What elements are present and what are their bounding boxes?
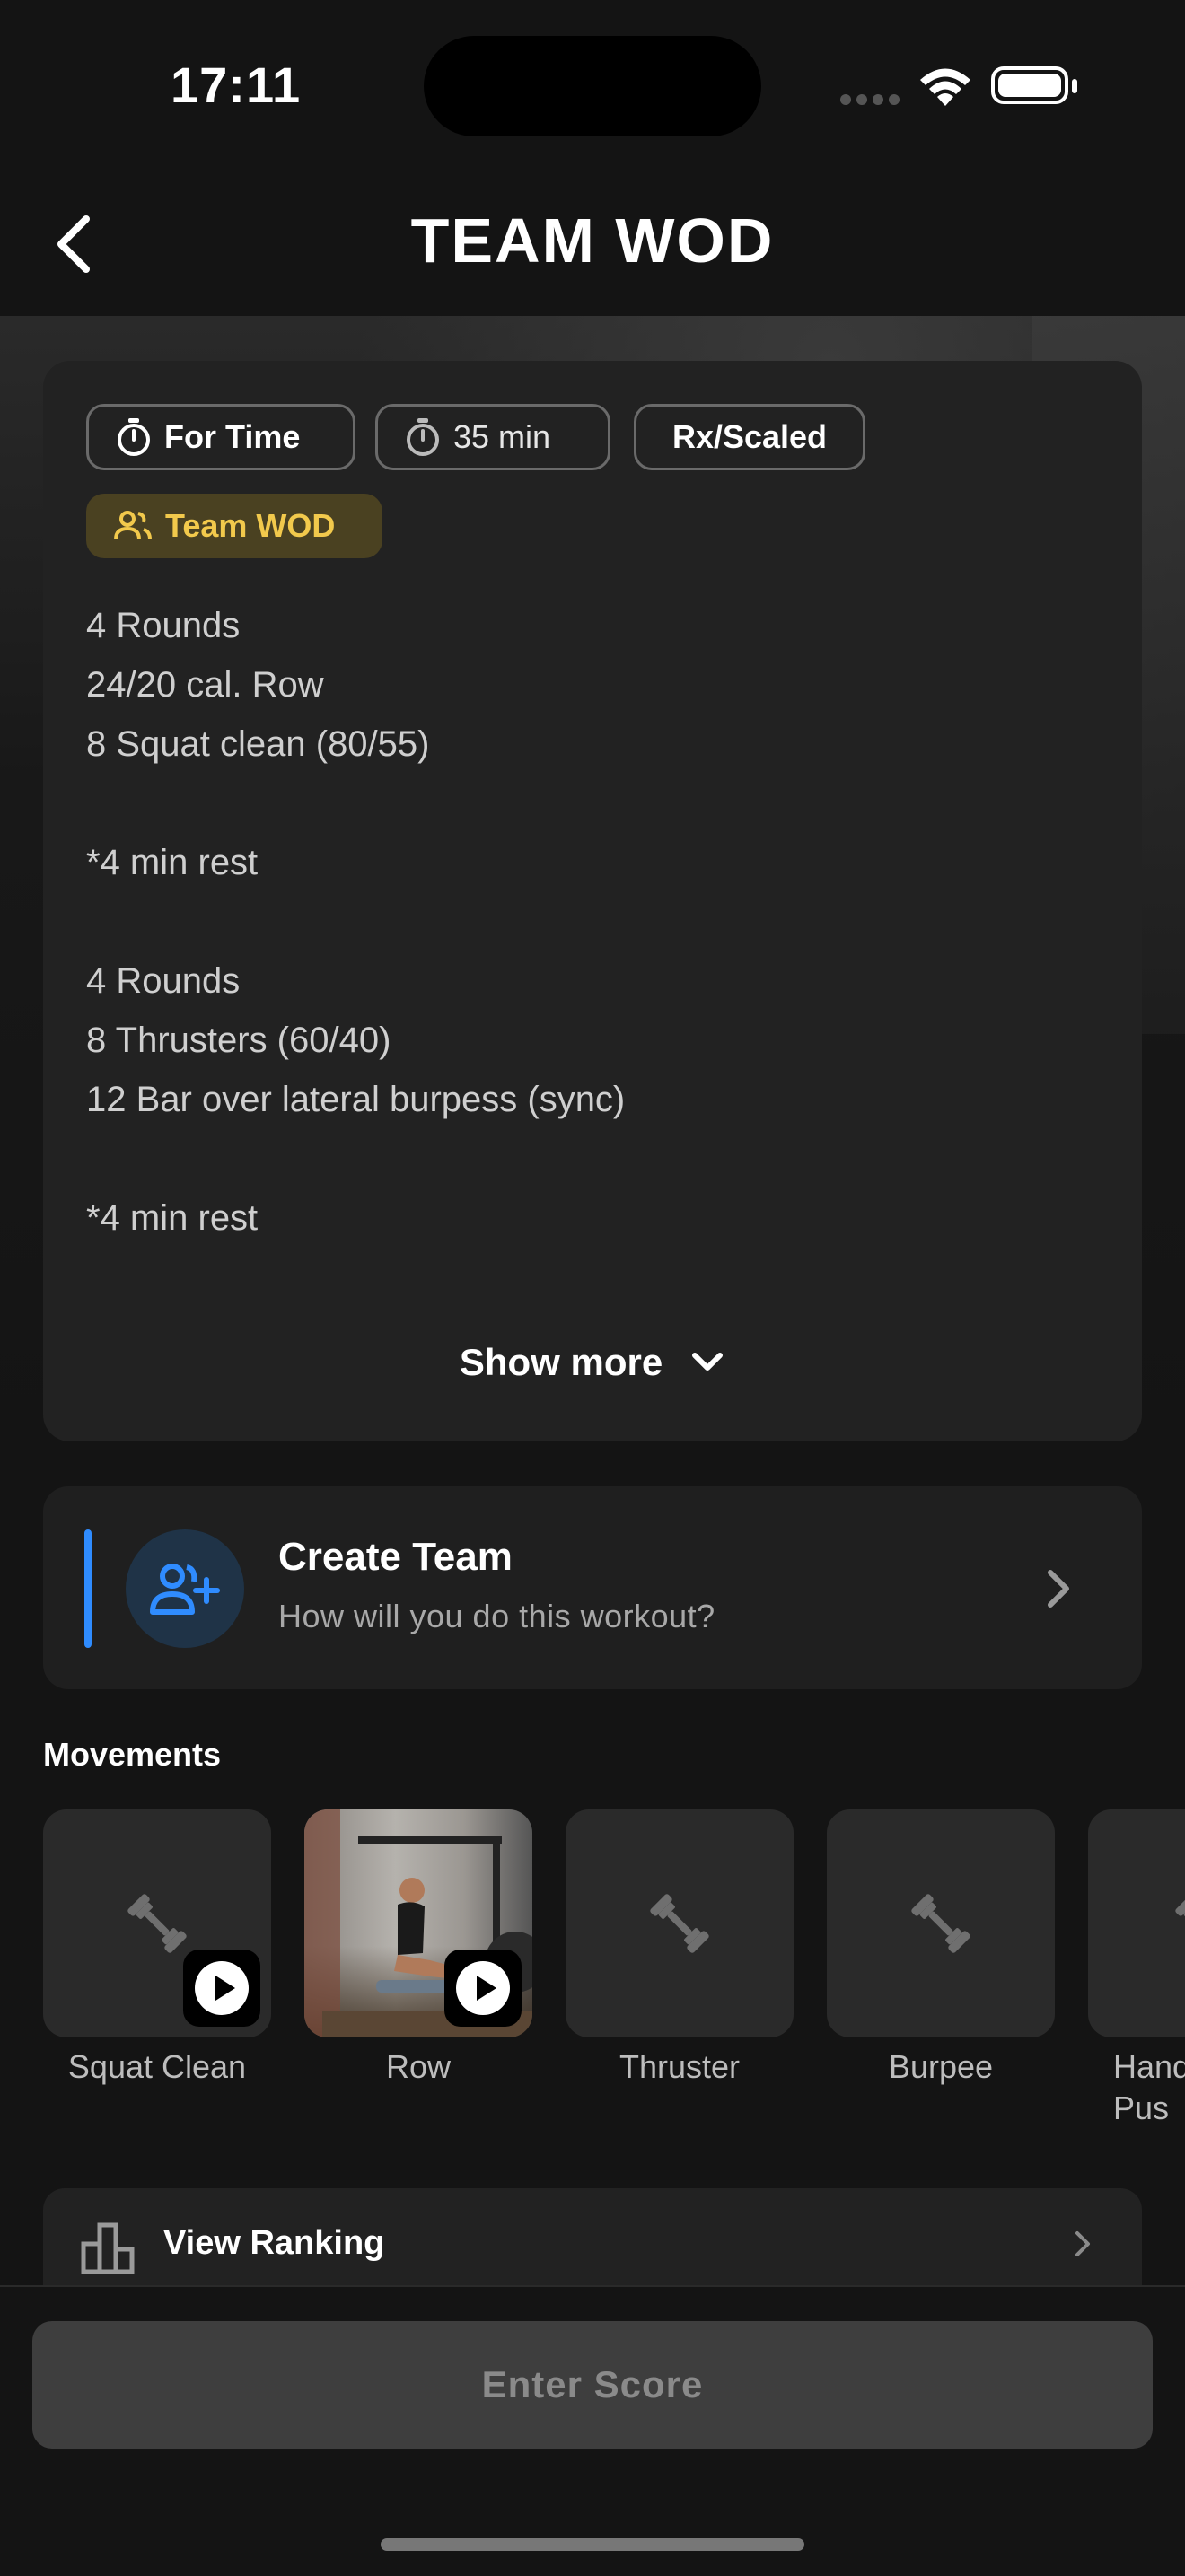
play-icon	[456, 1961, 510, 2015]
movement-tile-hand-push[interactable]	[1088, 1809, 1185, 2037]
chip-for-time-label: For Time	[164, 418, 301, 455]
chip-for-time: For Time	[86, 404, 356, 470]
create-team-title: Create Team	[278, 1535, 513, 1579]
chevron-right-icon	[1072, 2226, 1093, 2266]
movement-tile-squat-clean[interactable]	[43, 1809, 271, 2037]
dumbbell-icon	[1175, 1894, 1185, 1919]
movement-tile-burpee[interactable]	[827, 1809, 1055, 2037]
bar-chart-icon	[81, 2222, 136, 2279]
stopwatch-icon	[118, 418, 150, 456]
chip-duration-label: 35 min	[453, 418, 551, 455]
dynamic-island	[424, 36, 761, 136]
wod-description: 4 Rounds 24/20 cal. Row 8 Squat clean (8…	[86, 606, 626, 1238]
movement-tile-thruster[interactable]	[566, 1809, 794, 2037]
play-video-button[interactable]	[183, 1950, 260, 2027]
accent-bar	[84, 1529, 92, 1648]
create-team-card[interactable]: Create Team How will you do this workout…	[43, 1486, 1142, 1689]
battery-cap	[1072, 79, 1077, 93]
movement-label: Hand Pus	[1113, 2048, 1185, 2126]
movement-label: Burpee	[888, 2048, 994, 2085]
dumbbell-icon	[650, 1894, 709, 1953]
team-icon	[114, 511, 152, 540]
movement-label: Thruster	[619, 2048, 741, 2085]
create-team-subtitle: How will you do this workout?	[278, 1598, 715, 1634]
cellular-signal-icon	[840, 93, 905, 110]
status-time: 17:11	[171, 57, 302, 113]
wod-card: For Time 35 min Rx/Scaled Team WOD 4 Rou…	[43, 361, 1142, 1441]
home-indicator	[381, 2538, 804, 2551]
chip-duration: 35 min	[375, 404, 610, 470]
play-video-button[interactable]	[444, 1950, 522, 2027]
view-ranking-label: View Ranking	[163, 2224, 385, 2262]
stopwatch-icon	[407, 418, 439, 456]
chevron-right-icon	[1045, 1569, 1072, 1613]
battery-icon	[991, 66, 1068, 104]
chip-rx-scaled-label: Rx/Scaled	[672, 418, 828, 455]
dumbbell-icon	[127, 1894, 187, 1953]
play-icon	[195, 1961, 249, 2015]
movement-tile-row[interactable]	[304, 1809, 532, 2037]
show-more-button[interactable]: Show more	[43, 1341, 1142, 1384]
movement-label: Row	[385, 2048, 452, 2085]
enter-score-button[interactable]: Enter Score	[32, 2321, 1153, 2449]
show-more-label: Show more	[459, 1341, 663, 1383]
add-team-avatar	[126, 1529, 244, 1648]
movements-heading: Movements	[43, 1736, 222, 1773]
chip-team-wod: Team WOD	[86, 494, 382, 558]
chip-rx-scaled: Rx/Scaled	[634, 404, 865, 470]
chip-team-wod-label: Team WOD	[165, 507, 336, 544]
add-user-icon	[150, 1564, 220, 1615]
movement-label: Squat Clean	[67, 2048, 247, 2085]
dumbbell-icon	[911, 1894, 970, 1953]
wifi-icon	[917, 66, 973, 112]
page-title: TEAM WOD	[410, 206, 775, 276]
chevron-down-icon	[692, 1353, 724, 1371]
